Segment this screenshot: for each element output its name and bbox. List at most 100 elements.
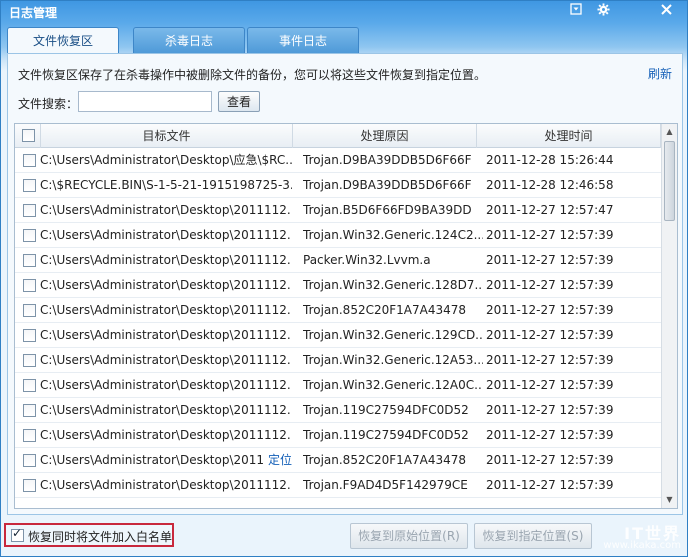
table-row[interactable]: C:\Users\Administrator\Desktop\2011112..… <box>15 473 661 498</box>
time-cell: 2011-12-27 12:57:39 <box>486 353 614 367</box>
reason-cell: Trojan.Win32.Generic.129CD... <box>303 328 483 342</box>
target-file-cell: C:\Users\Administrator\Desktop\2011112..… <box>40 373 292 398</box>
reason-cell: Trojan.852C20F1A7A43478 <box>303 453 467 467</box>
target-file-cell: C:\Users\Administrator\Desktop\2011112..… <box>40 248 292 273</box>
row-checkbox[interactable] <box>23 429 36 442</box>
table-row[interactable]: C:\Users\Administrator\Desktop\2011112..… <box>15 273 661 298</box>
time-cell: 2011-12-27 12:57:39 <box>486 253 614 267</box>
target-file-path: C:\Users\Administrator\Desktop\2011 <box>40 453 265 467</box>
scroll-down-icon[interactable]: ▼ <box>662 492 677 508</box>
row-checkbox[interactable] <box>23 479 36 492</box>
target-file-cell: C:\$RECYCLE.BIN\S-1-5-21-1915198725-3... <box>40 173 292 198</box>
time-cell: 2011-12-27 12:57:39 <box>486 403 614 417</box>
select-all-checkbox[interactable] <box>22 129 35 142</box>
view-button[interactable]: 查看 <box>218 91 260 112</box>
reason-cell: Trojan.119C27594DFC0D52 <box>303 428 469 442</box>
scroll-up-icon[interactable]: ▲ <box>662 124 677 140</box>
target-file-cell: C:\Users\Administrator\Desktop\2011112..… <box>40 223 292 248</box>
time-cell: 2011-12-27 12:57:39 <box>486 328 614 342</box>
target-file-cell: C:\Users\Administrator\Desktop\2011 定位 <box>40 448 292 473</box>
reason-cell: Trojan.Win32.Generic.124C2... <box>303 228 483 242</box>
gear-icon[interactable] <box>593 3 613 21</box>
reason-cell: Trojan.B5D6F66FD9BA39DD <box>303 203 472 217</box>
table-row[interactable]: C:\$RECYCLE.BIN\S-1-5-21-1915198725-3...… <box>15 173 661 198</box>
table-row[interactable]: C:\Users\Administrator\Desktop\2011 定位 Tro… <box>15 448 661 473</box>
table-row[interactable]: C:\Users\Administrator\Desktop\2011112..… <box>15 348 661 373</box>
tab-antivirus-log[interactable]: 杀毒日志 <box>133 27 245 53</box>
reason-cell: Trojan.Win32.Generic.128D7... <box>303 278 483 292</box>
watermark-url: www.ikaka.com <box>603 540 681 551</box>
table-row[interactable]: C:\Users\Administrator\Desktop\2011112..… <box>15 248 661 273</box>
tab-file-recovery[interactable]: 文件恢复区 <box>7 27 119 54</box>
target-file-path: C:\Users\Administrator\Desktop\2011112..… <box>40 253 292 267</box>
whitelist-label: 恢复同时将文件加入白名单 <box>28 530 173 544</box>
table-row[interactable]: C:\Users\Administrator\Desktop\2011112..… <box>15 398 661 423</box>
table-row[interactable]: C:\Users\Administrator\Desktop\2011112..… <box>15 423 661 448</box>
row-checkbox[interactable] <box>23 204 36 217</box>
description-text: 文件恢复区保存了在杀毒操作中被删除文件的备份，您可以将这些文件恢复到指定位置。 <box>18 68 487 82</box>
target-file-path: C:\Users\Administrator\Desktop\2011112..… <box>40 353 292 367</box>
reason-cell: Trojan.F9AD4D5F142979CE <box>303 478 468 492</box>
recovery-table: 目标文件 处理原因 处理时间 C:\Users\Administrator\De… <box>14 123 678 509</box>
row-checkbox[interactable] <box>23 229 36 242</box>
table-header: 目标文件 处理原因 处理时间 <box>15 124 677 148</box>
row-checkbox[interactable] <box>23 404 36 417</box>
target-file-path: C:\Users\Administrator\Desktop\2011112..… <box>40 403 292 417</box>
reason-cell: Packer.Win32.Lvvm.a <box>303 253 431 267</box>
row-checkbox[interactable] <box>23 304 36 317</box>
target-file-path: C:\Users\Administrator\Desktop\2011112..… <box>40 328 292 342</box>
reason-cell: Trojan.D9BA39DDB5D6F66F <box>303 178 472 192</box>
tab-event-log[interactable]: 事件日志 <box>247 27 359 53</box>
row-checkbox[interactable] <box>23 329 36 342</box>
time-cell: 2011-12-27 12:57:39 <box>486 478 614 492</box>
time-cell: 2011-12-27 12:57:39 <box>486 228 614 242</box>
file-recovery-panel: 文件恢复区保存了在杀毒操作中被删除文件的备份，您可以将这些文件恢复到指定位置。 … <box>7 53 683 515</box>
refresh-link[interactable]: 刷新 <box>648 65 672 82</box>
target-file-path: C:\Users\Administrator\Desktop\2011112..… <box>40 228 292 242</box>
row-checkbox[interactable] <box>23 154 36 167</box>
column-time[interactable]: 处理时间 <box>477 124 661 148</box>
row-checkbox[interactable] <box>23 279 36 292</box>
column-target-file[interactable]: 目标文件 <box>41 124 293 148</box>
locate-link[interactable]: 定位 <box>268 453 292 467</box>
log-manager-window: 日志管理 文件恢复区 杀毒日志 事件日志 文件恢复区保存了在杀毒操作中被删除文件… <box>0 0 688 557</box>
time-cell: 2011-12-27 12:57:39 <box>486 303 614 317</box>
target-file-cell: C:\Users\Administrator\Desktop\2011112..… <box>40 298 292 323</box>
table-row[interactable]: C:\Users\Administrator\Desktop\应急\$RC...… <box>15 148 661 173</box>
row-checkbox[interactable] <box>23 379 36 392</box>
column-reason[interactable]: 处理原因 <box>293 124 477 148</box>
target-file-path: C:\Users\Administrator\Desktop\2011112..… <box>40 278 292 292</box>
target-file-cell: C:\Users\Administrator\Desktop\2011112..… <box>40 198 292 223</box>
target-file-cell: C:\Users\Administrator\Desktop\2011112..… <box>40 348 292 373</box>
time-cell: 2011-12-27 12:57:39 <box>486 453 614 467</box>
whitelist-option[interactable]: ✓ 恢复同时将文件加入白名单 <box>4 523 174 547</box>
table-row[interactable]: C:\Users\Administrator\Desktop\2011112..… <box>15 323 661 348</box>
target-file-path: C:\Users\Administrator\Desktop\应急\$RC... <box>40 153 292 167</box>
checkmark-icon: ✓ <box>12 526 23 540</box>
restore-original-button[interactable]: 恢复到原始位置(R) <box>350 523 468 549</box>
table-row[interactable]: C:\Users\Administrator\Desktop\2011112..… <box>15 223 661 248</box>
window-title: 日志管理 <box>9 6 58 20</box>
table-row[interactable]: C:\Users\Administrator\Desktop\2011112..… <box>15 298 661 323</box>
table-row[interactable]: C:\Users\Administrator\Desktop\2011112..… <box>15 373 661 398</box>
target-file-path: C:\Users\Administrator\Desktop\2011112..… <box>40 203 292 217</box>
time-cell: 2011-12-28 12:46:58 <box>486 178 614 192</box>
row-checkbox[interactable] <box>23 179 36 192</box>
target-file-path: C:\Users\Administrator\Desktop\2011112..… <box>40 428 292 442</box>
target-file-cell: C:\Users\Administrator\Desktop\2011112..… <box>40 323 292 348</box>
reason-cell: Trojan.Win32.Generic.12A0C... <box>303 378 483 392</box>
row-checkbox[interactable] <box>23 354 36 367</box>
target-file-cell: C:\Users\Administrator\Desktop\2011112..… <box>40 398 292 423</box>
target-file-path: C:\Users\Administrator\Desktop\2011112..… <box>40 378 292 392</box>
vertical-scrollbar[interactable]: ▲ ▼ <box>661 124 677 508</box>
row-checkbox[interactable] <box>23 454 36 467</box>
row-checkbox[interactable] <box>23 254 36 267</box>
table-row[interactable]: C:\Users\Administrator\Desktop\2011112..… <box>15 198 661 223</box>
target-file-path: C:\$RECYCLE.BIN\S-1-5-21-1915198725-3... <box>40 178 292 192</box>
scroll-thumb[interactable] <box>664 141 675 221</box>
target-file-cell: C:\Users\Administrator\Desktop\2011112..… <box>40 473 292 498</box>
close-icon[interactable] <box>656 3 676 21</box>
search-input[interactable] <box>78 91 212 112</box>
menu-icon[interactable] <box>566 3 586 21</box>
reason-cell: Trojan.Win32.Generic.12A53... <box>303 353 483 367</box>
